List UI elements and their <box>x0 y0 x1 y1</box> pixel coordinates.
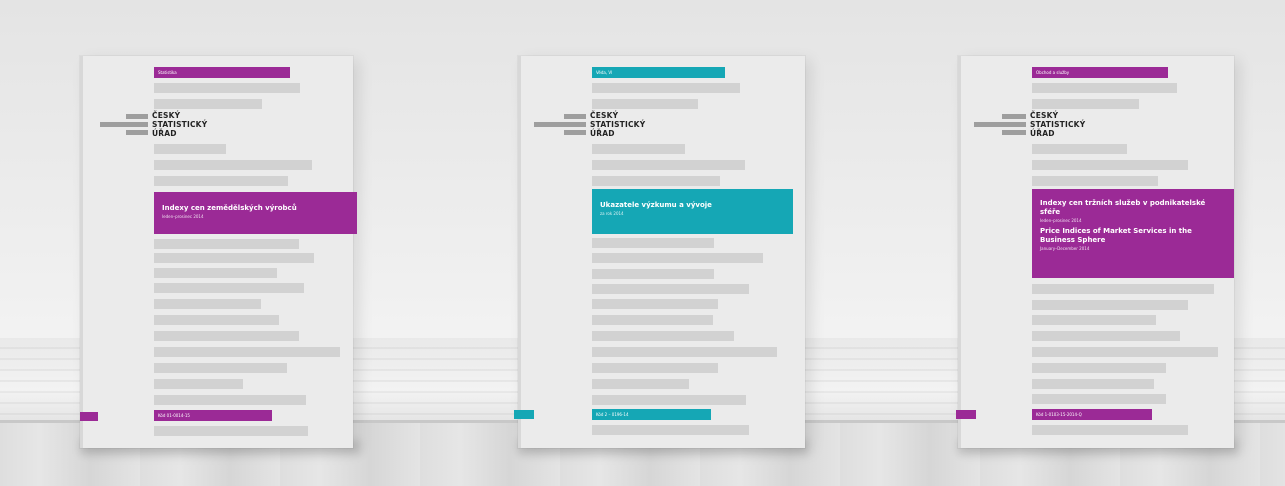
series-tag: Obchod a služby <box>1032 67 1168 78</box>
series-tag: Statistika <box>154 67 290 78</box>
csu-logo-text: ČESKÝ STATISTICKÝ ÚŘAD <box>590 111 646 138</box>
placeholder-line <box>154 83 300 93</box>
publication-subtitle: leden–prosinec 2014 <box>162 214 204 219</box>
placeholder-line <box>592 144 685 154</box>
placeholder-line <box>1032 99 1139 109</box>
placeholder-line <box>592 347 777 357</box>
publication-subtitle: za rok 2014 <box>600 211 624 216</box>
placeholder-line <box>154 363 287 373</box>
placeholder-line <box>592 315 713 325</box>
placeholder-line <box>592 238 714 248</box>
placeholder-line <box>154 395 306 405</box>
placeholder-line <box>154 426 308 436</box>
publication-title: Indexy cen tržních služeb v podnikatelsk… <box>1040 199 1206 216</box>
publication-cover-2: Věda, VI ČESKÝ STATISTICKÝ ÚŘAD Ukazatel… <box>514 56 805 448</box>
placeholder-line <box>592 331 734 341</box>
placeholder-line <box>1032 284 1214 294</box>
placeholder-line <box>592 379 689 389</box>
placeholder-line <box>154 331 299 341</box>
placeholder-line <box>154 283 304 293</box>
placeholder-line <box>154 176 288 186</box>
placeholder-line <box>154 160 312 170</box>
placeholder-line <box>592 299 718 309</box>
side-tab <box>956 410 976 419</box>
placeholder-line <box>592 395 746 405</box>
placeholder-line <box>1032 144 1127 154</box>
placeholder-line <box>154 253 314 263</box>
publication-subtitle-en: January–December 2014 <box>1040 246 1090 251</box>
csu-logo-text: ČESKÝ STATISTICKÝ ÚŘAD <box>152 111 208 138</box>
placeholder-line <box>592 269 714 279</box>
publication-subtitle: leden–prosinec 2014 <box>1040 218 1082 223</box>
placeholder-line <box>592 99 698 109</box>
placeholder-line <box>154 315 279 325</box>
title-box: Ukazatele výzkumu a vývoje za rok 2014 <box>592 189 793 234</box>
placeholder-line <box>1032 425 1188 435</box>
placeholder-line <box>1032 160 1188 170</box>
book-spine <box>958 56 961 448</box>
placeholder-line <box>1032 394 1166 404</box>
placeholder-line <box>1032 300 1188 310</box>
placeholder-line <box>154 99 262 109</box>
placeholder-line <box>154 379 243 389</box>
side-tab <box>80 412 98 421</box>
placeholder-line <box>592 160 745 170</box>
publication-title: Ukazatele výzkumu a vývoje <box>600 201 712 209</box>
placeholder-line <box>1032 347 1218 357</box>
placeholder-line <box>1032 331 1180 341</box>
csu-logo-text: ČESKÝ STATISTICKÝ ÚŘAD <box>1030 111 1086 138</box>
book-spine <box>80 56 83 448</box>
placeholder-line <box>154 299 261 309</box>
placeholder-line <box>1032 315 1156 325</box>
placeholder-line <box>592 253 763 263</box>
placeholder-line <box>592 363 718 373</box>
placeholder-line <box>592 425 749 435</box>
title-box: Indexy cen tržních služeb v podnikatelsk… <box>1032 189 1234 278</box>
placeholder-line <box>592 284 749 294</box>
placeholder-line <box>154 268 277 278</box>
placeholder-line <box>154 239 299 249</box>
series-tag: Věda, VI <box>592 67 725 78</box>
publication-title: Indexy cen zemědělských výrobců <box>162 204 297 212</box>
placeholder-line <box>592 83 740 93</box>
placeholder-line <box>154 144 226 154</box>
catalog-code-tag: Kód 2 – 0196-14 <box>592 409 711 420</box>
placeholder-line <box>1032 83 1177 93</box>
placeholder-line <box>592 176 720 186</box>
placeholder-line <box>1032 363 1166 373</box>
publication-cover-3: Obchod a služby ČESKÝ STATISTICKÝ ÚŘAD I… <box>956 56 1234 448</box>
publication-cover-1: Statistika ČESKÝ STATISTICKÝ ÚŘAD Indexy… <box>80 56 357 448</box>
book-spine <box>518 56 521 448</box>
publication-title-en: Price Indices of Market Services in the … <box>1040 227 1192 244</box>
catalog-code-tag: Kód 1-0103-15-2014-Q <box>1032 409 1152 420</box>
side-tab <box>514 410 534 419</box>
placeholder-line <box>1032 379 1154 389</box>
placeholder-line <box>1032 176 1158 186</box>
catalog-code-tag: Kód 01-0014-15 <box>154 410 272 421</box>
placeholder-line <box>154 347 340 357</box>
title-box: Indexy cen zemědělských výrobců leden–pr… <box>154 192 357 234</box>
